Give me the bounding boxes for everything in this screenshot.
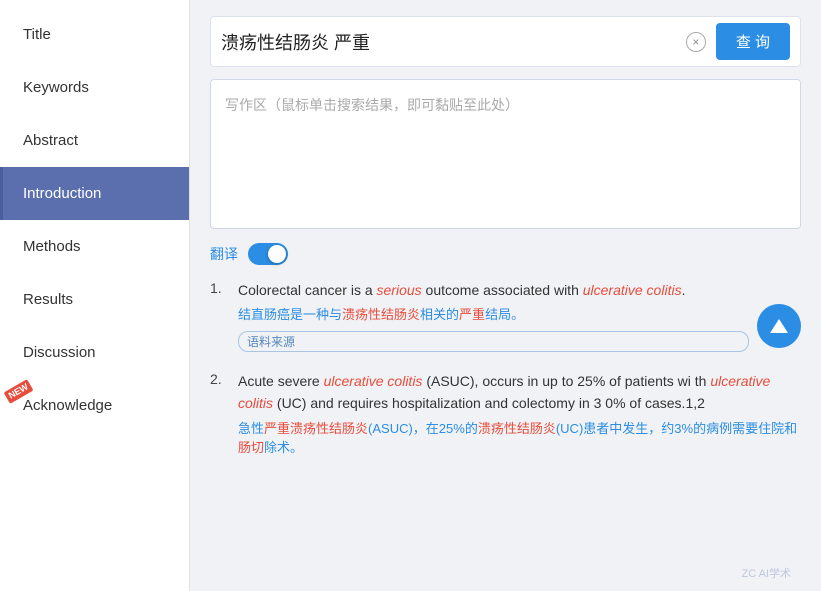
sidebar-item-label-title: Title — [23, 26, 51, 43]
search-bar: 溃疡性结肠炎 严重 × 查 询 — [210, 16, 801, 67]
scroll-up-button[interactable] — [757, 304, 801, 348]
sidebar-item-label-introduction: Introduction — [23, 185, 101, 202]
translate-toggle[interactable] — [248, 243, 288, 265]
sidebar-item-abstract[interactable]: Abstract — [0, 114, 189, 167]
result-en-1[interactable]: Colorectal cancer is a serious outcome a… — [238, 279, 749, 301]
sidebar-item-label-discussion: Discussion — [23, 344, 96, 361]
sidebar-item-label-acknowledge: Acknowledge — [23, 397, 112, 414]
sidebar-item-results[interactable]: Results — [0, 273, 189, 326]
sidebar-item-label-results: Results — [23, 291, 73, 308]
source-tag-1[interactable]: 语料来源 — [238, 331, 749, 352]
sidebar-item-label-abstract: Abstract — [23, 132, 78, 149]
sidebar-item-introduction[interactable]: Introduction — [0, 167, 189, 220]
sidebar-item-label-methods: Methods — [23, 238, 81, 255]
toggle-knob — [268, 245, 286, 263]
em-uc-2b: ulcerative colitis — [238, 373, 770, 411]
result-row-1: 1. Colorectal cancer is a serious outcom… — [210, 279, 801, 352]
search-query-text: 溃疡性结肠炎 严重 — [221, 29, 676, 55]
sidebar-item-keywords[interactable]: Keywords — [0, 61, 189, 114]
zh-highlight-2: 严重 — [459, 307, 485, 322]
result-content-2: Acute severe ulcerative colitis (ASUC), … — [238, 370, 801, 458]
result-number-2: 2. — [210, 370, 228, 387]
results-list: 1. Colorectal cancer is a serious outcom… — [210, 279, 801, 458]
result-content-1: Colorectal cancer is a serious outcome a… — [238, 279, 749, 352]
em-uc-1: ulcerative colitis — [583, 282, 682, 298]
result-zh-2: 急性严重溃疡性结肠炎(ASUC)，在25%的溃疡性结肠炎(UC)患者中发生，约3… — [238, 419, 801, 458]
result-1-content: 1. Colorectal cancer is a serious outcom… — [210, 279, 749, 352]
translate-row: 翻译 — [210, 241, 801, 267]
writing-area[interactable]: 写作区（鼠标单击搜索结果，即可黏贴至此处） — [210, 79, 801, 229]
zh-highlight-3: 严重溃疡性结肠炎 — [264, 421, 368, 436]
result-en-2[interactable]: Acute severe ulcerative colitis (ASUC), … — [238, 370, 801, 415]
up-arrow-icon — [770, 319, 788, 333]
zh-highlight-5: 肠切 — [238, 440, 264, 455]
em-serious-1: serious — [377, 282, 422, 298]
result-item-2: 2. Acute severe ulcerative colitis (ASUC… — [210, 370, 801, 458]
sidebar-item-title[interactable]: Title — [0, 8, 189, 61]
result-item-1: 1. Colorectal cancer is a serious outcom… — [210, 279, 749, 352]
zh-highlight-4: 溃疡性结肠炎 — [478, 421, 556, 436]
search-input-area: 溃疡性结肠炎 严重 — [221, 29, 676, 55]
result-zh-1: 结直肠癌是一种与溃疡性结肠炎相关的严重结局。 — [238, 305, 749, 325]
main-content: 溃疡性结肠炎 严重 × 查 询 写作区（鼠标单击搜索结果，即可黏贴至此处） 翻译… — [190, 0, 821, 591]
result-number-1: 1. — [210, 279, 228, 296]
translate-label: 翻译 — [210, 244, 238, 264]
sidebar: Title Keywords Abstract Introduction Methods… — [0, 0, 190, 591]
zh-highlight-1: 溃疡性结肠炎 — [342, 307, 420, 322]
sidebar-item-methods[interactable]: Methods — [0, 220, 189, 273]
em-uc-2a: ulcerative colitis — [324, 373, 423, 389]
sidebar-item-acknowledge[interactable]: NEWAcknowledge — [0, 379, 189, 432]
clear-button[interactable]: × — [686, 32, 706, 52]
query-button[interactable]: 查 询 — [716, 23, 790, 60]
sidebar-item-discussion[interactable]: Discussion — [0, 326, 189, 379]
sidebar-item-label-keywords: Keywords — [23, 79, 89, 96]
